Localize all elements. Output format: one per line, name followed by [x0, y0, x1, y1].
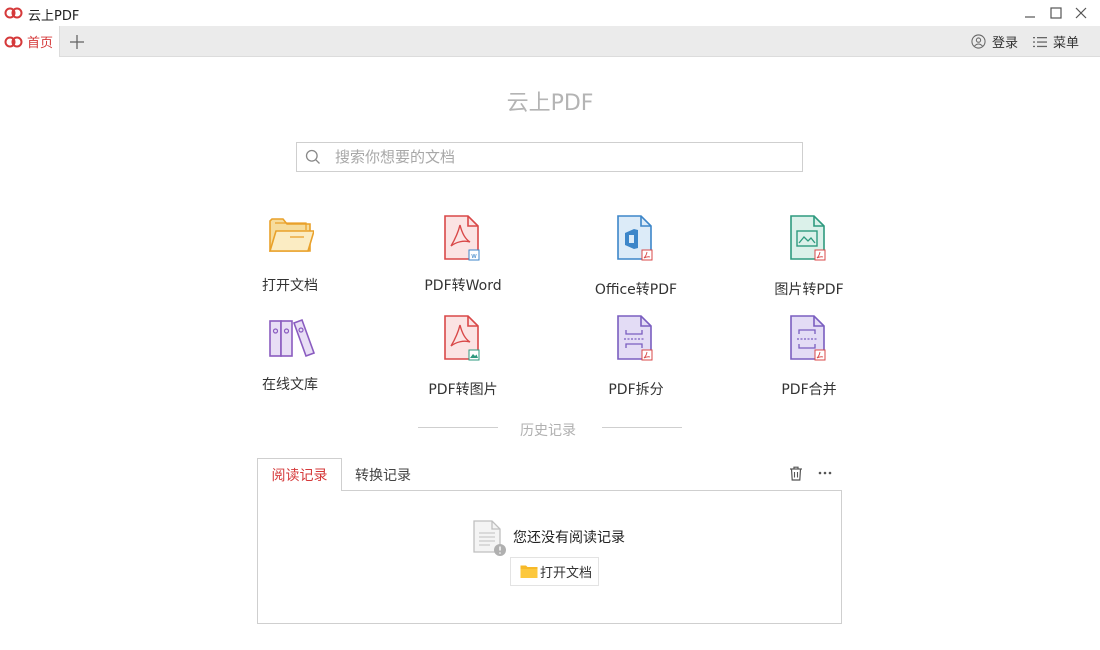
divider-left [418, 427, 498, 428]
tab-bar: 首页 登录 菜单 [0, 26, 1100, 57]
close-button[interactable] [1071, 3, 1091, 23]
menu-button[interactable]: 菜单 [1033, 26, 1079, 57]
search-icon [305, 149, 320, 164]
tab-conversion-history[interactable]: 转换记录 [342, 458, 424, 491]
tool-label: 打开文档 [262, 278, 318, 294]
open-document-label: 打开文档 [540, 566, 593, 581]
tab-home[interactable]: 首页 [0, 26, 60, 57]
tool-label: PDF转Word [424, 278, 502, 294]
empty-history-text: 您还没有阅读记录 [513, 530, 625, 546]
library-icon [269, 318, 316, 358]
minimize-icon [1025, 16, 1035, 18]
tab-reading-history[interactable]: 阅读记录 [257, 458, 342, 491]
tool-pdf-to-image[interactable]: PDF转图片 [398, 315, 528, 410]
folder-icon [520, 565, 538, 578]
title-bar: 云上PDF [0, 0, 1100, 26]
folder-icon [268, 218, 314, 252]
office-to-pdf-icon [617, 215, 653, 261]
open-document-button[interactable]: 打开文档 [510, 557, 599, 586]
tool-image-to-pdf[interactable]: 图片转PDF [744, 215, 874, 310]
history-panel: 您还没有阅读记录 打开文档 [257, 490, 842, 624]
close-icon [1075, 7, 1087, 19]
app-logo-icon [4, 36, 23, 47]
maximize-button[interactable] [1046, 3, 1066, 23]
login-label: 登录 [992, 36, 1019, 51]
clear-history-button[interactable] [786, 463, 806, 483]
trash-icon [790, 466, 802, 481]
search-box [296, 142, 803, 172]
tool-label: 在线文库 [262, 377, 318, 393]
tool-label: PDF拆分 [608, 382, 664, 398]
tool-label: PDF转图片 [428, 382, 498, 398]
page-title: 云上PDF [506, 91, 594, 116]
plus-icon [70, 35, 84, 49]
pdf-merge-icon [790, 315, 826, 361]
tool-pdf-split[interactable]: PDF拆分 [571, 315, 701, 410]
search-input[interactable] [335, 146, 785, 168]
app-logo-icon [4, 7, 23, 19]
menu-icon [1033, 36, 1047, 47]
tool-pdf-merge[interactable]: PDF合并 [744, 315, 874, 410]
maximize-icon [1050, 7, 1062, 19]
app-title: 云上PDF [28, 9, 80, 24]
more-options-button[interactable] [815, 463, 835, 483]
login-button[interactable]: 登录 [971, 26, 1018, 57]
pdf-to-word-icon: w [444, 215, 480, 261]
tool-label: PDF合并 [781, 382, 837, 398]
user-icon [971, 34, 986, 49]
add-tab-button[interactable] [66, 31, 88, 53]
more-icon [818, 471, 832, 475]
tool-online-library[interactable]: 在线文库 [225, 315, 355, 410]
divider-right [602, 427, 682, 428]
menu-label: 菜单 [1053, 36, 1080, 51]
empty-document-icon [473, 520, 506, 556]
pdf-split-icon [617, 315, 653, 361]
image-to-pdf-icon [790, 215, 826, 261]
tab-home-label: 首页 [27, 36, 54, 51]
tool-pdf-to-word[interactable]: w PDF转Word [398, 215, 528, 310]
svg-text:w: w [471, 252, 477, 260]
history-title: 历史记录 [520, 423, 576, 439]
tool-label: Office转PDF [594, 282, 678, 298]
tool-open-document[interactable]: 打开文档 [225, 215, 355, 310]
tool-label: 图片转PDF [774, 282, 844, 298]
pdf-to-image-icon [444, 315, 480, 361]
tool-office-to-pdf[interactable]: Office转PDF [571, 215, 701, 310]
minimize-button[interactable] [1020, 3, 1040, 23]
